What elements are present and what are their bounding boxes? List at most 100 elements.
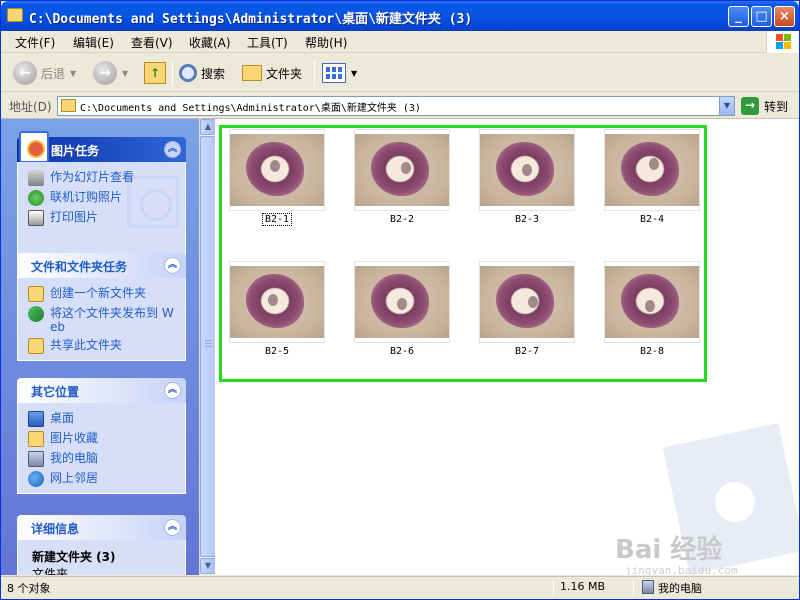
- address-bar: 地址(D) C:\Documents and Settings\Administ…: [1, 93, 799, 119]
- place-network[interactable]: 网上邻居: [18, 469, 185, 489]
- collapse-chevron-icon[interactable]: ︽: [164, 382, 181, 399]
- panel-title: 图片任务: [51, 144, 100, 158]
- panel-title: 文件和文件夹任务: [31, 260, 128, 274]
- task-new-folder[interactable]: 创建一个新文件夹: [18, 284, 185, 304]
- bone-section-photo: [230, 266, 324, 338]
- folders-button[interactable]: 文件夹: [242, 59, 302, 87]
- thumbnail-image-frame[interactable]: [604, 129, 700, 211]
- thumbnail-image-frame[interactable]: [479, 261, 575, 343]
- collapse-chevron-icon[interactable]: ︽: [164, 141, 181, 158]
- up-folder-button[interactable]: ↑: [144, 59, 166, 87]
- thumbnail-filename: B2-3: [514, 214, 540, 225]
- task-slideshow[interactable]: 作为幻灯片查看: [18, 168, 185, 188]
- scroll-down-button[interactable]: ▼: [200, 558, 216, 574]
- thumbnail-filename: B2-7: [514, 346, 540, 357]
- thumbnail-item[interactable]: B2-1: [229, 129, 325, 226]
- place-my-computer[interactable]: 我的电脑: [18, 449, 185, 469]
- baidu-watermark: Bai 经验: [615, 535, 723, 565]
- forward-button[interactable]: → ▼: [93, 59, 128, 87]
- menu-help[interactable]: 帮助(H): [305, 34, 347, 51]
- minimize-button[interactable]: _: [728, 6, 749, 27]
- place-label: 桌面: [50, 411, 75, 425]
- file-tasks-body: 创建一个新文件夹 将这个文件夹发布到 Web 共享此文件夹: [17, 278, 186, 361]
- collapse-chevron-icon[interactable]: ︽: [164, 257, 181, 274]
- panel-title: 其它位置: [31, 385, 80, 399]
- thumbnail-item[interactable]: B2-5: [229, 261, 325, 357]
- place-desktop[interactable]: 桌面: [18, 409, 185, 429]
- thumbnail-item[interactable]: B2-2: [354, 129, 450, 225]
- thumbnail-label: B2-5: [229, 346, 325, 357]
- task-share-folder[interactable]: 共享此文件夹: [18, 336, 185, 356]
- thumbnail-item[interactable]: B2-8: [604, 261, 700, 357]
- thumbnail-item[interactable]: B2-4: [604, 129, 700, 225]
- folders-label: 文件夹: [266, 66, 303, 81]
- back-label: 后退: [41, 66, 66, 81]
- thumbnail-filename: B2-2: [389, 214, 415, 225]
- thumbnail-item[interactable]: B2-7: [479, 261, 575, 357]
- views-dropdown-icon[interactable]: ▼: [351, 69, 357, 78]
- place-label: 网上邻居: [50, 471, 99, 485]
- place-label: 图片收藏: [50, 431, 99, 445]
- thumbnail-image-frame[interactable]: [354, 261, 450, 343]
- task-pane-scrollbar[interactable]: ▲ ▼: [199, 119, 216, 575]
- thumbnail-image-frame[interactable]: [354, 129, 450, 211]
- title-bar[interactable]: C:\Documents and Settings\Administrator\…: [1, 1, 799, 31]
- thumbnail-item[interactable]: B2-3: [479, 129, 575, 225]
- menu-view[interactable]: 查看(V): [131, 34, 173, 51]
- order-prints-icon: [28, 190, 44, 206]
- explorer-window: C:\Documents and Settings\Administrator\…: [0, 0, 800, 600]
- my-pictures-icon: [28, 431, 44, 447]
- thumbnail-label: B2-6: [354, 346, 450, 357]
- file-tasks-header[interactable]: 文件和文件夹任务 ︽: [17, 253, 186, 278]
- picture-tasks-icon: [19, 131, 49, 163]
- thumbnail-filename: B2-6: [389, 346, 415, 357]
- share-folder-icon: [28, 338, 44, 354]
- thumbnail-view[interactable]: B2-1 B2-2 B2-3 B2-4 B2-5 B2-6 B2-7 B2-8 Bai 经验 …: [215, 119, 799, 575]
- go-button[interactable]: → 转到: [741, 97, 788, 115]
- up-folder-icon: ↑: [144, 62, 166, 84]
- place-my-pictures[interactable]: 图片收藏: [18, 429, 185, 449]
- search-label: 搜索: [201, 66, 226, 81]
- back-dropdown-icon[interactable]: ▼: [70, 69, 76, 78]
- details-panel: 详细信息 ︽ 新建文件夹 (3) 文件夹: [17, 515, 186, 575]
- close-button[interactable]: ×: [774, 6, 795, 27]
- address-input[interactable]: C:\Documents and Settings\Administrator\…: [57, 96, 735, 116]
- folder-icon: [61, 99, 76, 112]
- status-object-count: 8 个对象: [7, 582, 51, 595]
- forward-dropdown-icon[interactable]: ▼: [122, 69, 128, 78]
- menu-tools[interactable]: 工具(T): [247, 34, 288, 51]
- address-dropdown-button[interactable]: ▼: [719, 96, 735, 116]
- bone-section-photo: [230, 134, 324, 206]
- menu-favorites[interactable]: 收藏(A): [189, 34, 231, 51]
- menu-file[interactable]: 文件(F): [15, 34, 55, 51]
- search-button[interactable]: 搜索: [179, 59, 225, 87]
- scroll-thumb[interactable]: [200, 136, 216, 557]
- picture-tasks-header[interactable]: 图片任务 ︽: [17, 131, 186, 163]
- thumbnail-item[interactable]: B2-6: [354, 261, 450, 357]
- details-header[interactable]: 详细信息 ︽: [17, 515, 186, 540]
- back-button[interactable]: ← 后退 ▼: [13, 59, 76, 87]
- collapse-chevron-icon[interactable]: ︽: [164, 519, 181, 536]
- thumbnail-image-frame[interactable]: [604, 261, 700, 343]
- thumbnail-image-frame[interactable]: [479, 129, 575, 211]
- views-button[interactable]: ▼: [322, 59, 357, 87]
- task-label: 将这个文件夹发布到 Web: [50, 306, 174, 334]
- file-tasks-panel: 文件和文件夹任务 ︽ 创建一个新文件夹 将这个文件夹发布到 Web 共享此文件夹: [17, 253, 186, 361]
- task-publish-web[interactable]: 将这个文件夹发布到 Web: [18, 304, 185, 336]
- menu-bar: 文件(F) 编辑(E) 查看(V) 收藏(A) 工具(T) 帮助(H): [1, 31, 799, 53]
- my-computer-icon: [642, 580, 654, 594]
- maximize-button[interactable]: □: [751, 6, 772, 27]
- thumbnail-image-frame[interactable]: [229, 261, 325, 343]
- forward-arrow-icon: →: [93, 61, 117, 85]
- thumbnail-image-frame[interactable]: [229, 129, 325, 211]
- task-print-pictures[interactable]: 打印图片: [18, 208, 185, 228]
- bone-section-photo: [480, 266, 574, 338]
- other-places-header[interactable]: 其它位置 ︽: [17, 378, 186, 403]
- go-label: 转到: [764, 99, 789, 114]
- menu-edit[interactable]: 编辑(E): [73, 34, 114, 51]
- scroll-up-button[interactable]: ▲: [200, 119, 216, 135]
- task-order-prints[interactable]: 联机订购照片: [18, 188, 185, 208]
- publish-web-icon: [28, 306, 44, 322]
- task-label: 打印图片: [50, 210, 99, 224]
- windows-logo-icon: [766, 31, 799, 53]
